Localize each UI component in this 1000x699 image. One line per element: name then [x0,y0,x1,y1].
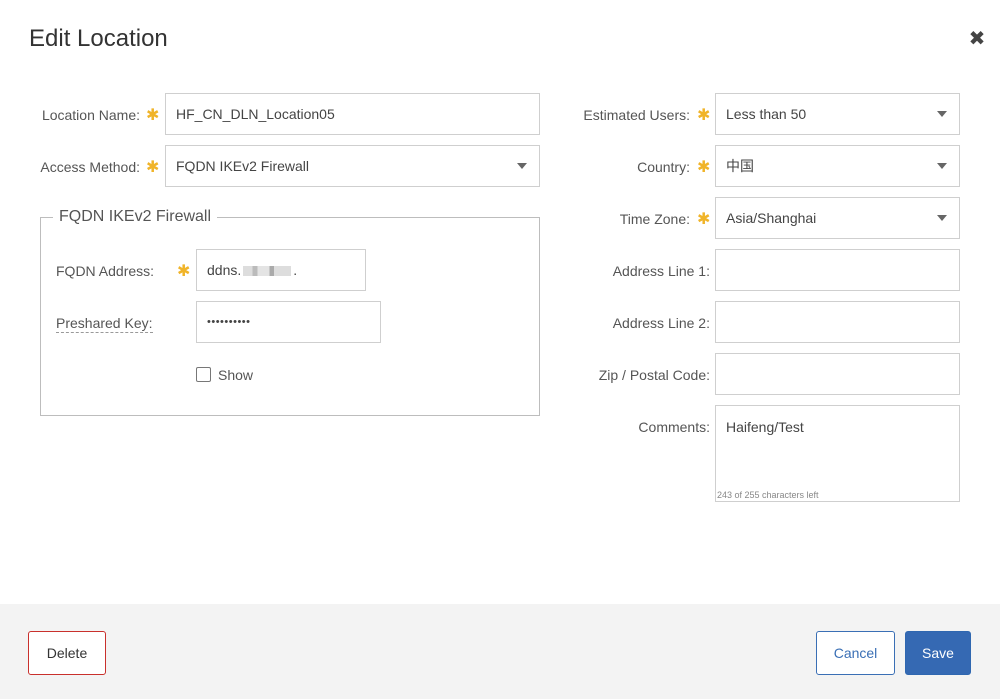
required-asterisk-icon: ✱ [146,159,160,176]
dropdown-caret-icon [937,215,947,221]
zip-label: Zip / Postal Code: [598,367,710,383]
fqdn-address-input[interactable]: ddns.. [196,249,366,291]
required-asterisk-icon: ✱ [697,107,711,124]
time-zone-value: Asia/Shanghai [726,210,817,226]
country-label: Country: [637,159,690,175]
location-name-value: HF_CN_DLN_Location05 [176,106,335,122]
comments-label: Comments: [638,419,710,435]
preshared-key-label[interactable]: Preshared Key: [56,315,153,333]
dropdown-caret-icon [937,111,947,117]
time-zone-select[interactable]: Asia/Shanghai [715,197,960,239]
preshared-key-value: •••••••••• [207,316,251,328]
access-method-select[interactable]: FQDN IKEv2 Firewall [165,145,540,187]
preshared-key-input[interactable]: •••••••••• [196,301,381,343]
required-asterisk-icon: ✱ [697,159,711,176]
comments-value: Haifeng/Test [726,419,804,435]
show-label[interactable]: Show [218,367,253,383]
country-value: 中国 [726,158,754,174]
address-line-1-input[interactable] [715,249,960,291]
location-name-input[interactable]: HF_CN_DLN_Location05 [165,93,540,135]
delete-button[interactable]: Delete [28,631,106,675]
address-line-1-label: Address Line 1: [612,263,710,279]
close-icon[interactable]: ✖ [966,27,988,50]
address-line-2-input[interactable] [715,301,960,343]
estimated-users-select[interactable]: Less than 50 [715,93,960,135]
cancel-button[interactable]: Cancel [816,631,895,675]
dropdown-caret-icon [517,163,527,169]
required-asterisk-icon: ✱ [697,211,711,228]
required-asterisk-icon: ✱ [177,263,191,280]
fqdn-address-value: ddns.. [207,262,298,278]
address-line-2-label: Address Line 2: [612,315,710,331]
country-select[interactable]: 中国 [715,145,960,187]
show-checkbox[interactable] [196,367,211,382]
group-legend: FQDN IKEv2 Firewall [59,208,212,225]
fqdn-address-label: FQDN Address: [56,263,155,279]
time-zone-label: Time Zone: [619,211,690,227]
estimated-users-label: Estimated Users: [583,107,690,123]
estimated-users-value: Less than 50 [726,106,807,122]
dialog-title: Edit Location [29,25,168,52]
required-asterisk-icon: ✱ [146,107,160,124]
save-button[interactable]: Save [905,631,971,675]
location-name-label: Location Name: [41,107,140,123]
character-counter: 243 of 255 characters left [717,490,819,500]
redacted-blur [243,266,292,277]
comments-textarea[interactable]: Haifeng/Test 243 of 255 characters left [715,405,960,502]
dropdown-caret-icon [937,163,947,169]
access-method-value: FQDN IKEv2 Firewall [176,158,310,174]
zip-input[interactable] [715,353,960,395]
access-method-label: Access Method: [40,159,140,175]
